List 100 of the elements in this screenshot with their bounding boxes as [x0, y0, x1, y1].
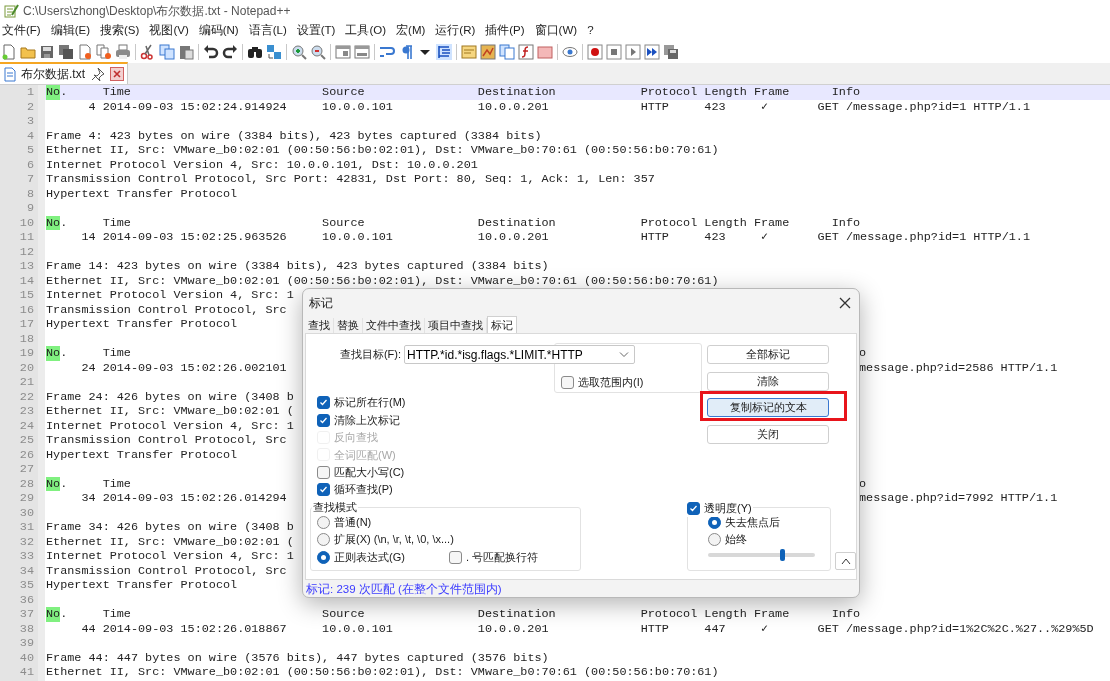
function-icon[interactable]: [518, 44, 534, 60]
code-text: 34: [81, 491, 96, 506]
checkbox-label: 标记所在行(M): [334, 395, 406, 411]
printer-icon[interactable]: [115, 44, 131, 60]
menu-item[interactable]: 宏(M): [391, 22, 431, 40]
window-icon[interactable]: [335, 44, 351, 60]
code-text: 2014-09-03 15:02:25.963526: [102, 230, 287, 245]
code-text: o: [859, 476, 867, 491]
menu-item[interactable]: ?: [582, 22, 599, 40]
radio-button[interactable]: [317, 515, 330, 529]
binoculars-icon[interactable]: [247, 44, 263, 60]
dialog-button[interactable]: 全部标记: [707, 345, 829, 364]
slider-thumb[interactable]: [780, 549, 786, 562]
dialog-button[interactable]: 复制标记的文本: [707, 398, 829, 417]
code-text: ✓: [760, 230, 769, 245]
zoom-out-icon[interactable]: [310, 44, 326, 60]
code-text: Destination: [477, 215, 556, 230]
checkbox-label: 选取范围内(I): [578, 375, 644, 390]
line-number: 6: [26, 157, 34, 172]
file-tab[interactable]: 布尔数据.txt: [0, 62, 128, 84]
code-text: 2014-09-03 15:02:26.014294: [102, 491, 287, 506]
close-icon[interactable]: [839, 297, 851, 309]
radio-label: 始终: [725, 532, 747, 548]
redo-icon[interactable]: [222, 44, 238, 60]
radio-button[interactable]: [708, 533, 721, 547]
page-icon[interactable]: [77, 44, 93, 60]
checkbox[interactable]: [317, 413, 330, 427]
checkbox[interactable]: [448, 550, 462, 564]
menu-item[interactable]: 搜索(S): [95, 22, 145, 40]
indent-guide-icon[interactable]: [436, 44, 452, 60]
menu-item[interactable]: 工具(O): [340, 22, 392, 40]
line-number: 15: [19, 288, 34, 303]
line-number: 25: [19, 433, 34, 448]
code-text: Ethernet II, Src: VMware_b0:02:01 (00:50:56:b0:02:01), Dst: VMware_b0:70:61 (00:50:56:b0:70:61): [46, 273, 719, 288]
code-text: Length: [704, 607, 747, 622]
menu-item[interactable]: 编辑(E): [45, 22, 96, 40]
menu-item[interactable]: 窗口(W): [529, 22, 583, 40]
dialog-tab[interactable]: 标记: [487, 316, 517, 333]
code-text: Time: [102, 85, 131, 100]
menu-item[interactable]: 插件(P): [480, 22, 530, 40]
code-text: Protocol: [640, 215, 698, 230]
line-number: 12: [19, 244, 34, 259]
pages-icon[interactable]: [499, 44, 515, 60]
search-field[interactable]: HTTP.*id.*isg.flags.*LIMIT.*HTTP: [404, 345, 635, 364]
scissors-icon[interactable]: [140, 44, 156, 60]
line-number: 3: [26, 114, 34, 129]
code-text: 4: [88, 99, 96, 114]
dialog-tab[interactable]: 文件中查找: [363, 318, 425, 333]
menu-item[interactable]: 编码(N): [193, 22, 244, 40]
pages-icon[interactable]: [96, 44, 112, 60]
checkbox[interactable]: [687, 502, 700, 516]
code-text: Time: [102, 607, 131, 622]
radio-button[interactable]: [317, 550, 330, 564]
dialog-tab[interactable]: 查找: [305, 318, 334, 333]
eye-icon[interactable]: [562, 44, 578, 60]
line-number: 37: [19, 607, 34, 622]
dialog-tab[interactable]: 项目中查找: [425, 318, 487, 333]
highlighted-text: No: [46, 607, 61, 622]
code-text: Source: [322, 607, 365, 622]
code-text: ✓: [760, 99, 769, 114]
checkbox[interactable]: [317, 483, 330, 497]
check-icon: [689, 504, 698, 514]
panel-icon[interactable]: [461, 44, 477, 60]
play-icon[interactable]: [625, 44, 641, 60]
window-icon[interactable]: [354, 44, 370, 60]
collapse-button[interactable]: [835, 552, 856, 571]
menu-item[interactable]: 设置(T): [291, 22, 341, 40]
clipboard-icon[interactable]: [178, 44, 194, 60]
zoom-in-icon[interactable]: [291, 44, 307, 60]
line-number: 16: [19, 302, 34, 317]
menu-item[interactable]: 文件(F): [0, 22, 46, 40]
checkbox[interactable]: [317, 396, 330, 410]
line-number: 40: [19, 650, 34, 665]
radio-button[interactable]: [317, 533, 330, 547]
line-number: 41: [19, 665, 34, 680]
dialog-tab[interactable]: 替换: [334, 318, 363, 333]
line-number: 19: [19, 346, 34, 361]
checkbox-label: 循环查找(P): [334, 482, 393, 498]
copy-icon[interactable]: [159, 44, 175, 60]
undo-icon[interactable]: [203, 44, 219, 60]
menu-item[interactable]: 运行(R): [430, 22, 481, 40]
dialog-button[interactable]: 清除: [707, 371, 829, 391]
line-number: 4: [26, 128, 34, 143]
stop-icon[interactable]: [606, 44, 622, 60]
checkbox[interactable]: [561, 375, 574, 389]
menu-item[interactable]: 视图(V): [144, 22, 194, 40]
fast-forward-icon[interactable]: [644, 44, 660, 60]
checkbox-label: 反向查找: [334, 430, 378, 446]
code-text: Frame 34: 426 bytes on wire (3408 b: [46, 520, 294, 535]
code-text: .: [60, 85, 68, 100]
menu-item[interactable]: 语言(L): [243, 22, 292, 40]
pin-icon[interactable]: [91, 67, 105, 81]
map-icon[interactable]: [480, 44, 496, 60]
code-text: Frame 4: 423 bytes on wire (3384 bits), 423 bytes captured (3384 bits): [46, 128, 542, 143]
record-icon[interactable]: [587, 44, 603, 60]
checkbox[interactable]: [317, 465, 330, 479]
code-text: HTTP: [640, 230, 669, 245]
line-number: 21: [19, 375, 34, 390]
dialog-button[interactable]: 关闭: [707, 424, 829, 444]
wrap-icon[interactable]: [379, 44, 395, 60]
